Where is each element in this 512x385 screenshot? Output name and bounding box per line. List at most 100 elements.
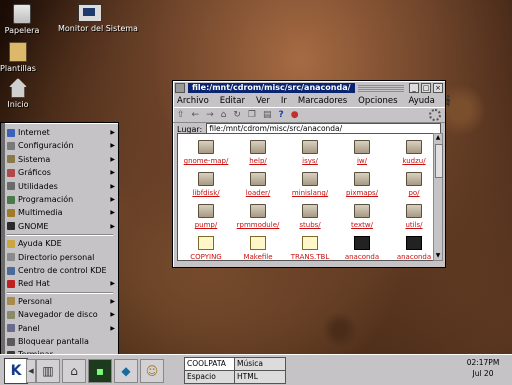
menu-item[interactable]: Panel ▶ [7,322,115,335]
menu-ir[interactable]: Ir [281,96,287,106]
menu-item[interactable]: Sistema ▶ [7,153,115,166]
file-item[interactable]: isys/ [284,140,336,172]
menu-item-label: Personal [18,296,53,306]
file-manager-icon[interactable]: ▥ [36,359,60,383]
minimize-button[interactable]: _ [409,83,419,93]
folder-icon [198,172,214,186]
vertical-scrollbar[interactable]: ▲ ▼ [433,133,443,261]
file-item[interactable]: kudzu/ [388,140,434,172]
file-item[interactable]: TRANS.TBL [284,236,336,261]
file-item[interactable]: stubs/ [284,204,336,236]
file-item[interactable]: utils/ [388,204,434,236]
file-item[interactable]: minislang/ [284,172,336,204]
desktop-tab-espacio[interactable]: Espacio [184,370,236,384]
file-item[interactable]: pump/ [180,204,232,236]
file-item[interactable]: pixmaps/ [336,172,388,204]
file-name: stubs/ [299,221,321,229]
scroll-thumb[interactable] [435,144,443,178]
menu-item-label: Internet [18,128,50,137]
desktop-icon-plantillas[interactable]: Plantillas [0,42,46,73]
menu-item-label: Configuración [18,141,74,151]
menu-item[interactable]: Navegador de disco ▶ [7,308,115,321]
menu-marcadores[interactable]: Marcadores [298,96,347,106]
menu-item[interactable]: Programación ▶ [7,193,115,206]
start-menu: Internet ▶ Configuración ▶ Sistema ▶ Gráficos ▶… [0,122,119,359]
paste-icon[interactable]: ▤ [263,110,272,120]
scroll-down-icon[interactable]: ▼ [434,252,442,260]
k-menu-button[interactable]: K [4,358,28,384]
file-item[interactable]: Makefile [232,236,284,260]
window-menu-icon[interactable] [175,83,185,93]
up-arrow-icon[interactable]: ⇧ [177,110,185,120]
terminal-icon[interactable]: ▪ [88,359,112,383]
desktop-icon-papelera[interactable]: Papelera [0,4,50,35]
home-icon[interactable]: ⌂ [221,110,227,120]
menu-item[interactable]: GNOME ▶ [7,220,115,233]
menu-ver[interactable]: Ver [256,96,270,106]
file-item[interactable]: rpmmodule/ [232,204,284,236]
desktop-icon-inicio[interactable]: Inicio [0,78,46,109]
disk-icon[interactable]: ◆ [114,359,138,383]
copy-icon[interactable]: ❐ [248,110,256,120]
title-bar[interactable]: file:/mnt/cdrom/misc/src/anaconda/ _ □ × [175,83,443,93]
executable-icon [406,236,422,250]
menu-item-icon [7,128,15,137]
menu-item[interactable]: Centro de control KDE [7,264,115,277]
menu-item[interactable]: Configuración ▶ [7,139,115,152]
menu-item[interactable]: Red Hat ▶ [7,277,115,290]
menu-item[interactable]: Ayuda KDE [7,237,115,250]
scroll-up-icon[interactable]: ▲ [434,134,442,142]
folder-icon [406,140,422,154]
file-item[interactable]: gnome-map/ [180,140,232,172]
menu-item-icon [7,266,15,275]
menu-item[interactable]: Bloquear pantalla [7,335,115,348]
menu-item-icon [7,297,15,306]
menu-archivo[interactable]: Archivo [177,96,209,106]
trash-icon [13,4,31,24]
menu-item[interactable]: Multimedia ▶ [7,206,115,219]
clock-date: Jul 20 [472,369,494,378]
menu-item[interactable]: Utilidades ▶ [7,180,115,193]
file-item[interactable]: textw/ [336,204,388,236]
user-icon[interactable]: ☺ [140,359,164,383]
submenu-arrow-icon: ▶ [110,196,115,203]
menu-item[interactable]: Directorio personal [7,251,115,264]
menu-editar[interactable]: Editar [220,96,245,106]
file-item[interactable]: loader/ [232,172,284,204]
file-item[interactable]: anaconda [336,236,388,260]
reload-icon[interactable]: ↻ [233,110,241,120]
desktop-tab-musica[interactable]: Música [234,357,286,371]
file-item[interactable]: COPYING [180,236,232,260]
forward-arrow-icon[interactable]: → [206,110,214,120]
desktop-tab-html[interactable]: HTML [234,370,286,384]
back-arrow-icon[interactable]: ← [192,110,200,120]
menu-ayuda[interactable]: Ayuda [409,96,435,106]
folder-icon [250,204,266,218]
file-name: TRANS.TBL [290,253,330,261]
menu-item[interactable]: Personal ▶ [7,295,115,308]
menu-item-icon [7,168,15,177]
home-icon[interactable]: ⌂ [62,359,86,383]
menu-item-icon [7,279,15,288]
file-view: gnome-map/help/isys/iw/kudzu/libfdisk/lo… [177,133,435,261]
help-icon[interactable]: ? [279,110,284,120]
clock[interactable]: 02:17PM Jul 20 [460,357,506,381]
menu-opciones[interactable]: Opciones [358,96,397,106]
stop-icon[interactable]: ● [291,110,299,120]
file-item[interactable]: libfdisk/ [180,172,232,204]
menu-item[interactable]: Gráficos ▶ [7,166,115,179]
file-item[interactable]: po/ [388,172,434,204]
file-item[interactable]: anaconda [388,236,434,260]
close-button[interactable]: × [433,83,443,93]
file-name: rpmmodule/ [236,221,280,229]
folder-icon [354,140,370,154]
file-name: iw/ [356,157,368,165]
desktop-icon-monitor[interactable]: Monitor del Sistema [58,4,138,33]
file-item[interactable]: iw/ [336,140,388,172]
menu-item[interactable]: Internet ▶ [7,126,115,139]
folder-icon [354,172,370,186]
maximize-button[interactable]: □ [421,83,431,93]
file-item[interactable]: help/ [232,140,284,172]
desktop-tab-coolpata[interactable]: COOLPATA [184,357,236,371]
panel-collapse-icon[interactable]: ◀ [26,359,36,383]
